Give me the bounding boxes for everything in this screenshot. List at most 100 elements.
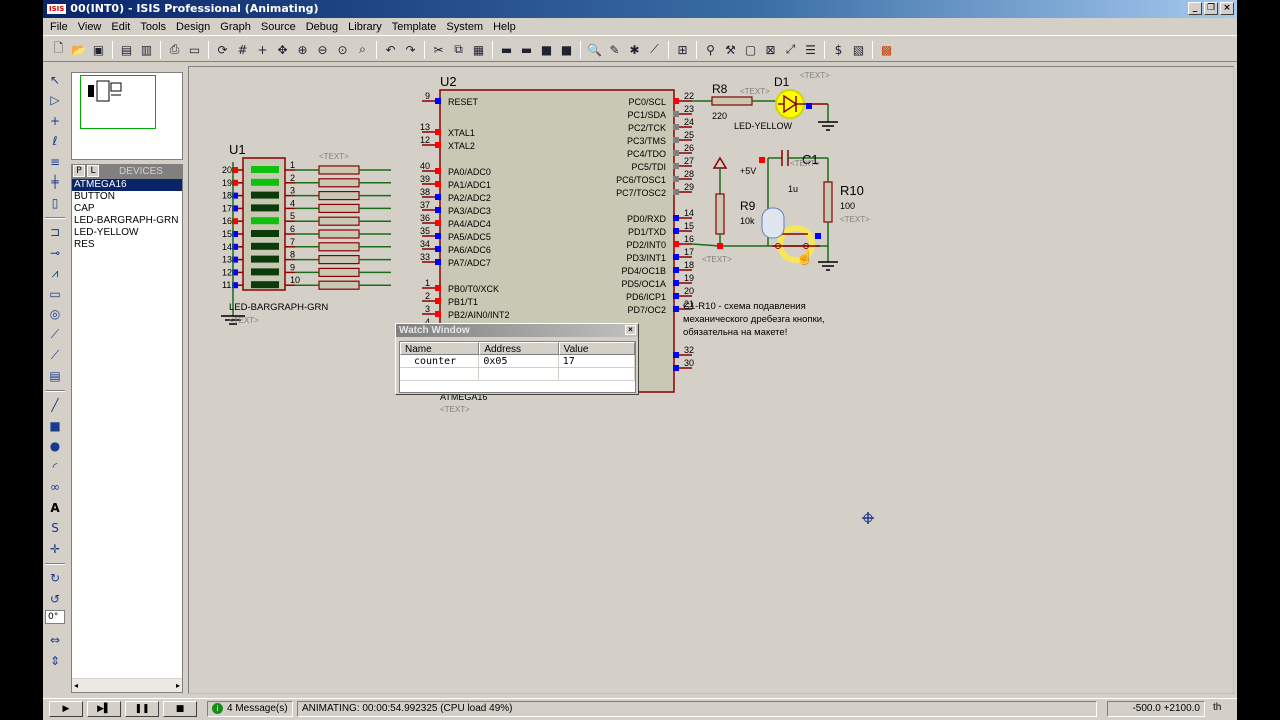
tape-recorder-icon[interactable]: ▭ (45, 284, 65, 304)
search-tag-icon[interactable]: ⚲ (701, 40, 720, 59)
ares-icon[interactable]: ▩ (877, 40, 896, 59)
subcircuit-icon[interactable]: ▯ (45, 193, 65, 213)
schematic-sheet[interactable]: U120 119 218 317 416 515 614 713 812 911 10<TEXT>L… (188, 66, 1234, 694)
box-icon[interactable]: ■ (45, 416, 65, 436)
zoom-all-icon[interactable]: ⊙ (333, 40, 352, 59)
arc-icon[interactable]: ◜ (45, 457, 65, 477)
make-device-icon[interactable]: ✎ (605, 40, 624, 59)
wire-autorouter-icon[interactable]: ⊞ (673, 40, 692, 59)
origin-icon[interactable]: + (253, 40, 272, 59)
copy-icon[interactable]: ⧉ (449, 40, 468, 59)
text-script-icon[interactable]: ≡ (45, 152, 65, 172)
decompose-icon[interactable]: ⟋ (645, 40, 664, 59)
menu-item-edit[interactable]: Edit (106, 19, 135, 35)
stop-button[interactable]: ■ (163, 700, 197, 717)
mirror-x-icon[interactable]: ⇔ (45, 631, 65, 651)
minimize-button[interactable]: _ (1188, 2, 1202, 15)
bus-icon[interactable]: ╪ (45, 173, 65, 193)
watch-window[interactable]: Watch Window × Name Address Value counte… (395, 323, 639, 395)
paste-icon[interactable]: ▦ (469, 40, 488, 59)
new-file-icon[interactable]: 🗋 (49, 40, 68, 59)
menu-item-system[interactable]: System (441, 19, 488, 35)
open-folder-icon[interactable]: 📂 (69, 40, 88, 59)
grid-icon[interactable]: # (233, 40, 252, 59)
line-icon[interactable]: ╱ (45, 396, 65, 416)
menu-item-template[interactable]: Template (387, 19, 442, 35)
menu-item-graph[interactable]: Graph (215, 19, 256, 35)
voltage-probe-icon[interactable]: ⟋ (45, 325, 65, 345)
virtual-instruments-icon[interactable]: ▤ (45, 366, 65, 386)
close-button[interactable]: × (1220, 2, 1234, 15)
menu-item-help[interactable]: Help (488, 19, 521, 35)
text-icon[interactable]: A (45, 498, 65, 518)
print-icon[interactable]: ⎙ (165, 40, 184, 59)
watch-close-icon[interactable]: × (625, 325, 636, 335)
rotation-angle-field[interactable]: 0° (45, 609, 65, 624)
zoom-in-icon[interactable]: ⊕ (293, 40, 312, 59)
mirror-y-icon[interactable]: ⇕ (45, 651, 65, 671)
overview-window[interactable] (71, 72, 183, 160)
export-icon[interactable]: ▥ (137, 40, 156, 59)
circle-icon[interactable]: ● (45, 437, 65, 457)
scroll-right-icon[interactable]: ▸ (176, 681, 180, 690)
list-item[interactable]: LED-YELLOW (72, 227, 182, 239)
rotate-clockwise-icon[interactable]: ↻ (45, 569, 65, 589)
watch-window-titlebar[interactable]: Watch Window × (396, 324, 638, 337)
menu-item-view[interactable]: View (73, 19, 107, 35)
block-delete-icon[interactable]: ■ (557, 40, 576, 59)
report-icon[interactable]: ▧ (849, 40, 868, 59)
device-pin-icon[interactable]: ⊸ (45, 243, 65, 263)
rotate-anticlockwise-icon[interactable]: ↺ (45, 589, 65, 609)
symbol-icon[interactable]: S (45, 519, 65, 539)
menu-item-tools[interactable]: Tools (135, 19, 171, 35)
zoom-out-icon[interactable]: ⊖ (313, 40, 332, 59)
save-icon[interactable]: ▣ (89, 40, 108, 59)
menu-item-library[interactable]: Library (343, 19, 387, 35)
import-icon[interactable]: ▤ (117, 40, 136, 59)
path-icon[interactable]: ∞ (45, 478, 65, 498)
list-item[interactable]: ATMEGA16 (72, 179, 182, 191)
table-row[interactable]: counter 0x05 17 (400, 355, 636, 368)
device-list-scrollbar[interactable]: ◂ ▸ (72, 678, 182, 692)
block-move-icon[interactable]: ▬ (517, 40, 536, 59)
scroll-left-icon[interactable]: ◂ (74, 681, 78, 690)
generator-icon[interactable]: ◎ (45, 305, 65, 325)
wire-label-icon[interactable]: ℓ (45, 132, 65, 152)
watch-col-name[interactable]: Name (400, 342, 480, 355)
list-item[interactable]: RES (72, 239, 182, 251)
list-item[interactable]: LED-BARGRAPH-GRN (72, 215, 182, 227)
play-button[interactable]: ▶ (49, 700, 83, 717)
goto-child-icon[interactable]: ⤢ (781, 40, 800, 59)
print-area-icon[interactable]: ▭ (185, 40, 204, 59)
marker-icon[interactable]: ✛ (45, 539, 65, 559)
netlist-icon[interactable]: $ (829, 40, 848, 59)
terminals-icon[interactable]: ⊐ (45, 223, 65, 243)
packaging-icon[interactable]: ✱ (625, 40, 644, 59)
step-button[interactable]: ▶▌ (87, 700, 121, 717)
title-bar[interactable]: ISIS 00(INT0) - ISIS Professional (Anima… (43, 0, 1237, 18)
restore-button[interactable]: ❐ (1204, 2, 1218, 15)
cut-icon[interactable]: ✂ (429, 40, 448, 59)
junction-icon[interactable]: + (45, 111, 65, 131)
pick-devices-tab[interactable]: P (73, 165, 85, 177)
table-row[interactable] (400, 368, 635, 381)
bom-icon[interactable]: ☰ (801, 40, 820, 59)
remove-sheet-icon[interactable]: ⊠ (761, 40, 780, 59)
pick-device-icon[interactable]: 🔍 (585, 40, 604, 59)
watch-col-address[interactable]: Address (479, 342, 559, 355)
block-copy-icon[interactable]: ▬ (497, 40, 516, 59)
block-rotate-icon[interactable]: ■ (537, 40, 556, 59)
list-item[interactable]: BUTTON (72, 191, 182, 203)
library-manager-tab[interactable]: L (87, 165, 99, 177)
graph-icon[interactable]: ⩘ (45, 264, 65, 284)
property-tool-icon[interactable]: ⚒ (721, 40, 740, 59)
pan-icon[interactable]: ✥ (273, 40, 292, 59)
new-sheet-icon[interactable]: ▢ (741, 40, 760, 59)
pause-button[interactable]: ❚❚ (125, 700, 159, 717)
undo-icon[interactable]: ↶ (381, 40, 400, 59)
watch-col-value[interactable]: Value (558, 342, 636, 355)
current-probe-icon[interactable]: ⟋ (45, 346, 65, 366)
menu-item-file[interactable]: File (45, 19, 73, 35)
menu-item-debug[interactable]: Debug (301, 19, 343, 35)
redo-icon[interactable]: ↷ (401, 40, 420, 59)
